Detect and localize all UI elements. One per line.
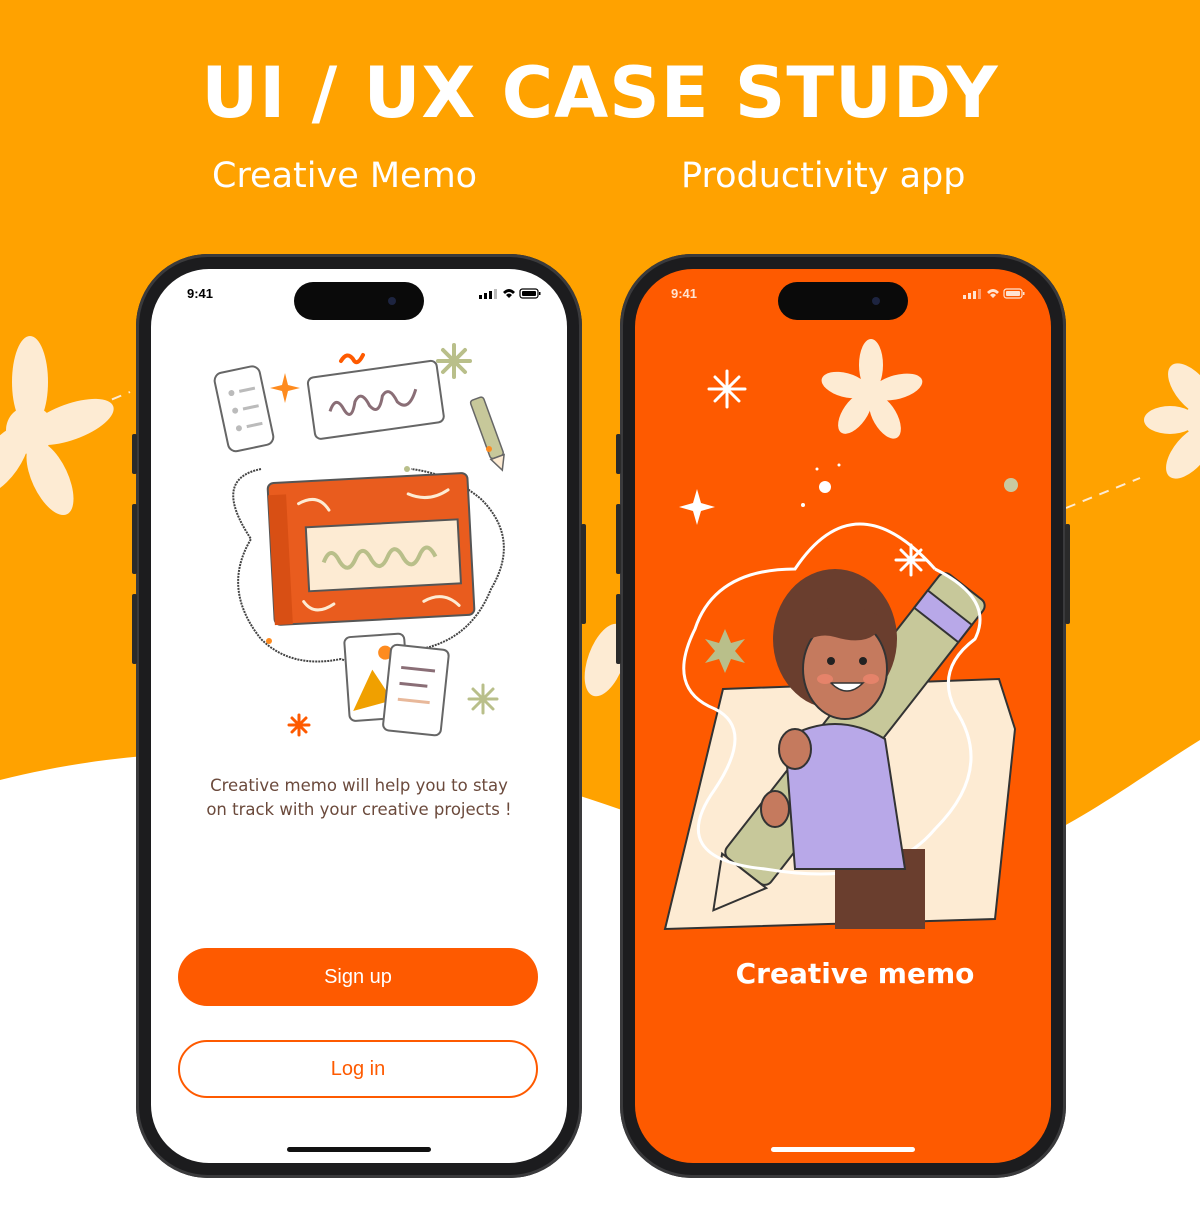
splash-screen: 9:41 Creative memo xyxy=(635,269,1051,1163)
volume-up-button xyxy=(616,504,621,574)
page-title: UI / UX CASE STUDY xyxy=(201,52,999,134)
power-button xyxy=(581,524,586,624)
signup-button[interactable]: Sign up xyxy=(178,948,538,1006)
volume-down-button xyxy=(132,594,137,664)
notebook-illustration xyxy=(213,343,505,737)
power-button xyxy=(1065,524,1070,624)
tagline-line-1: Creative memo will help you to stay xyxy=(210,776,508,795)
tagline-line-2: on track with your creative projects ! xyxy=(206,800,512,819)
phone-onboarding: 9:41 Creative memo will help you to stay… xyxy=(132,254,586,1178)
onboarding-tagline: Creative memo will help you to stay on t… xyxy=(171,774,547,822)
onboarding-screen: 9:41 Creative memo will help you to stay… xyxy=(151,269,567,1163)
volume-up-button xyxy=(132,504,137,574)
action-button xyxy=(616,434,621,474)
app-category-subtitle: Productivity app xyxy=(681,156,966,196)
splash-app-name: Creative memo xyxy=(735,957,975,990)
character-illustration xyxy=(663,339,1018,931)
login-button[interactable]: Log in xyxy=(178,1040,538,1098)
volume-down-button xyxy=(616,594,621,664)
home-indicator[interactable] xyxy=(287,1147,431,1152)
app-name-subtitle: Creative Memo xyxy=(212,156,478,196)
phone-splash: 9:41 Creative memo xyxy=(616,254,1070,1178)
action-button xyxy=(132,434,137,474)
home-indicator[interactable] xyxy=(771,1147,915,1152)
